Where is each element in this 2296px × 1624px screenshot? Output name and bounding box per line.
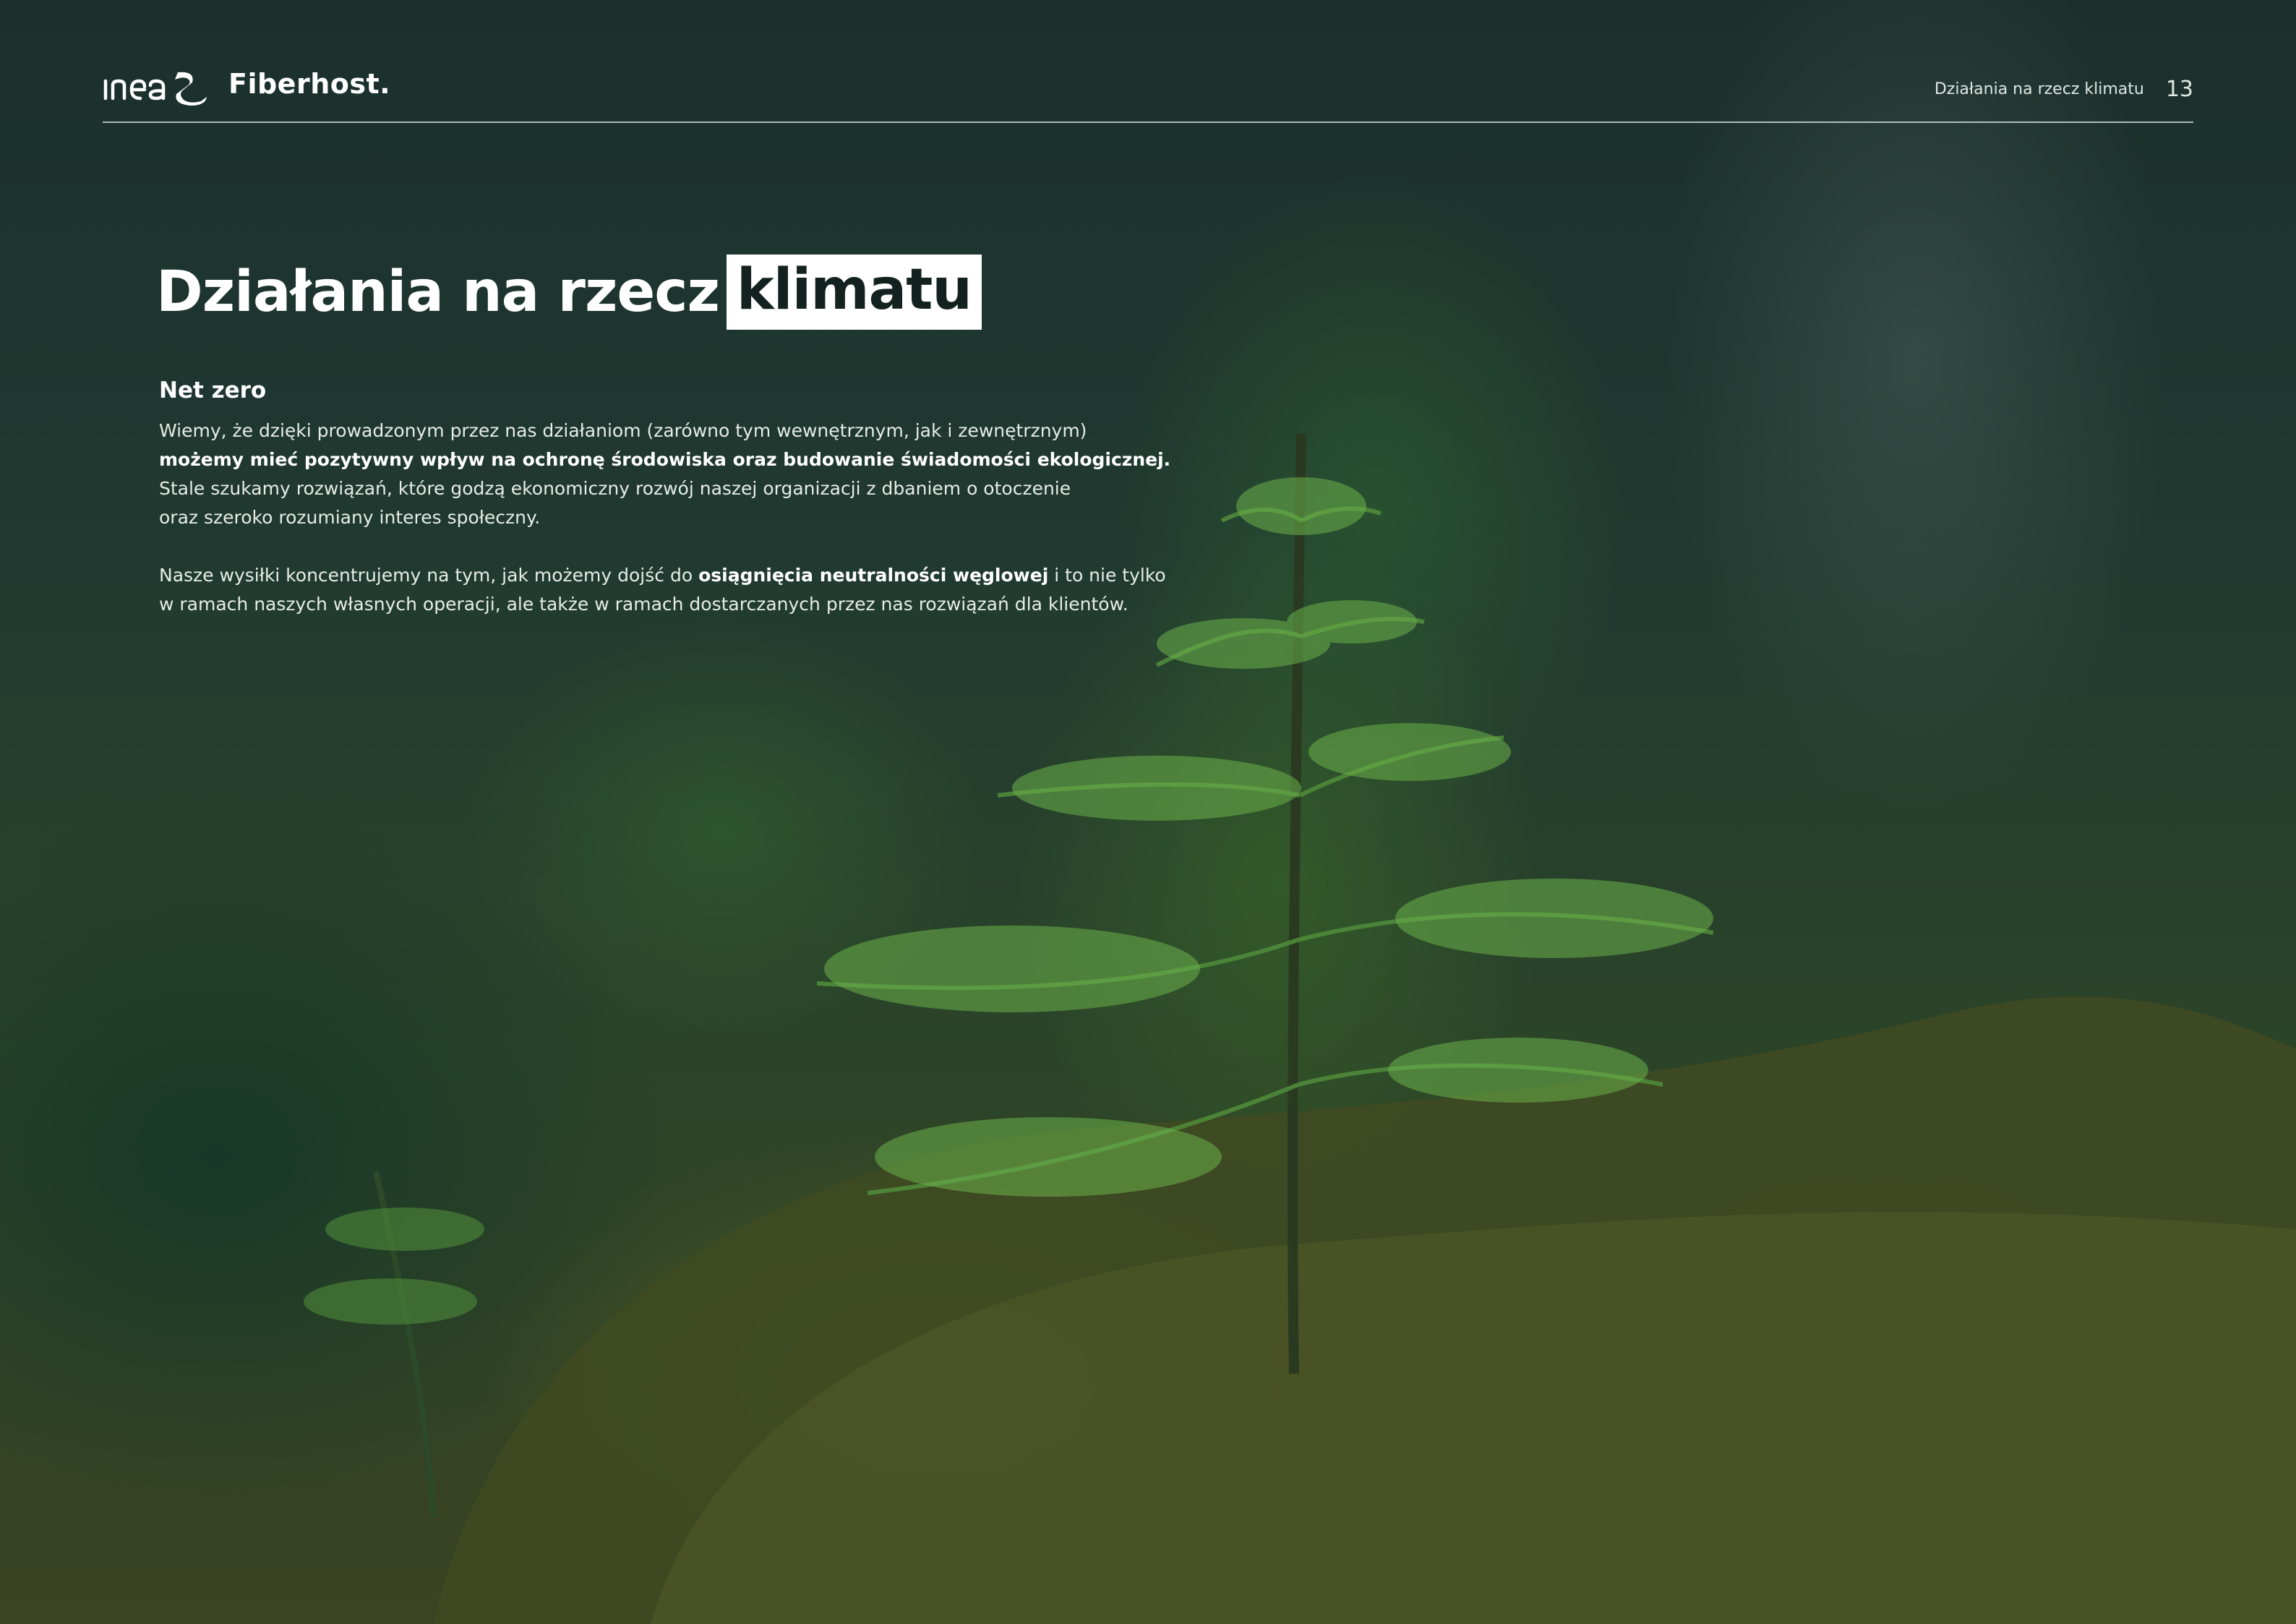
net-zero-paragraph-1: Wiemy, że dzięki prowadzonym przez nas d… (159, 416, 1229, 532)
p2-line-2: w ramach naszych własnych operacji, ale … (159, 594, 1128, 615)
page-title: Działania na rzecz klimatu (156, 255, 982, 330)
p1-line-1: Wiemy, że dzięki prowadzonym przez nas d… (159, 420, 1087, 441)
net-zero-section: Net zero Wiemy, że dzięki prowadzonym pr… (159, 377, 1229, 619)
p2-line-1-b: i to nie tylko (1054, 565, 1166, 586)
fiberhost-logo-text: Fiberhost. (228, 68, 391, 100)
p1-line-2-bold: możemy mieć pozytywny wpływ na ochronę ś… (159, 449, 1171, 470)
net-zero-heading: Net zero (159, 377, 267, 403)
inea-logo-mark (103, 72, 207, 106)
p1-line-3: Stale szukamy rozwiązań, które godzą eko… (159, 478, 1071, 499)
p2-line-1-bold: osiągnięcia neutralności węglowej (698, 565, 1049, 586)
page-title-highlight: klimatu (726, 255, 982, 330)
page-number: 13 (2165, 77, 2193, 102)
background-photo (0, 0, 2296, 1624)
header-meta: Działania na rzecz klimatu 13 (1935, 77, 2193, 102)
seedling-illustration (304, 433, 2296, 1624)
inea-logo (103, 68, 210, 108)
p1-line-4: oraz szeroko rozumiany interes społeczny… (159, 507, 541, 528)
section-label: Działania na rzecz klimatu (1934, 80, 2144, 98)
page-title-main: Działania na rzecz (156, 260, 720, 325)
header-divider (103, 121, 2193, 123)
p2-line-1-a: Nasze wysiłki koncentrujemy na tym, jak … (159, 565, 693, 586)
net-zero-paragraph-2: Nasze wysiłki koncentrujemy na tym, jak … (159, 561, 1229, 619)
